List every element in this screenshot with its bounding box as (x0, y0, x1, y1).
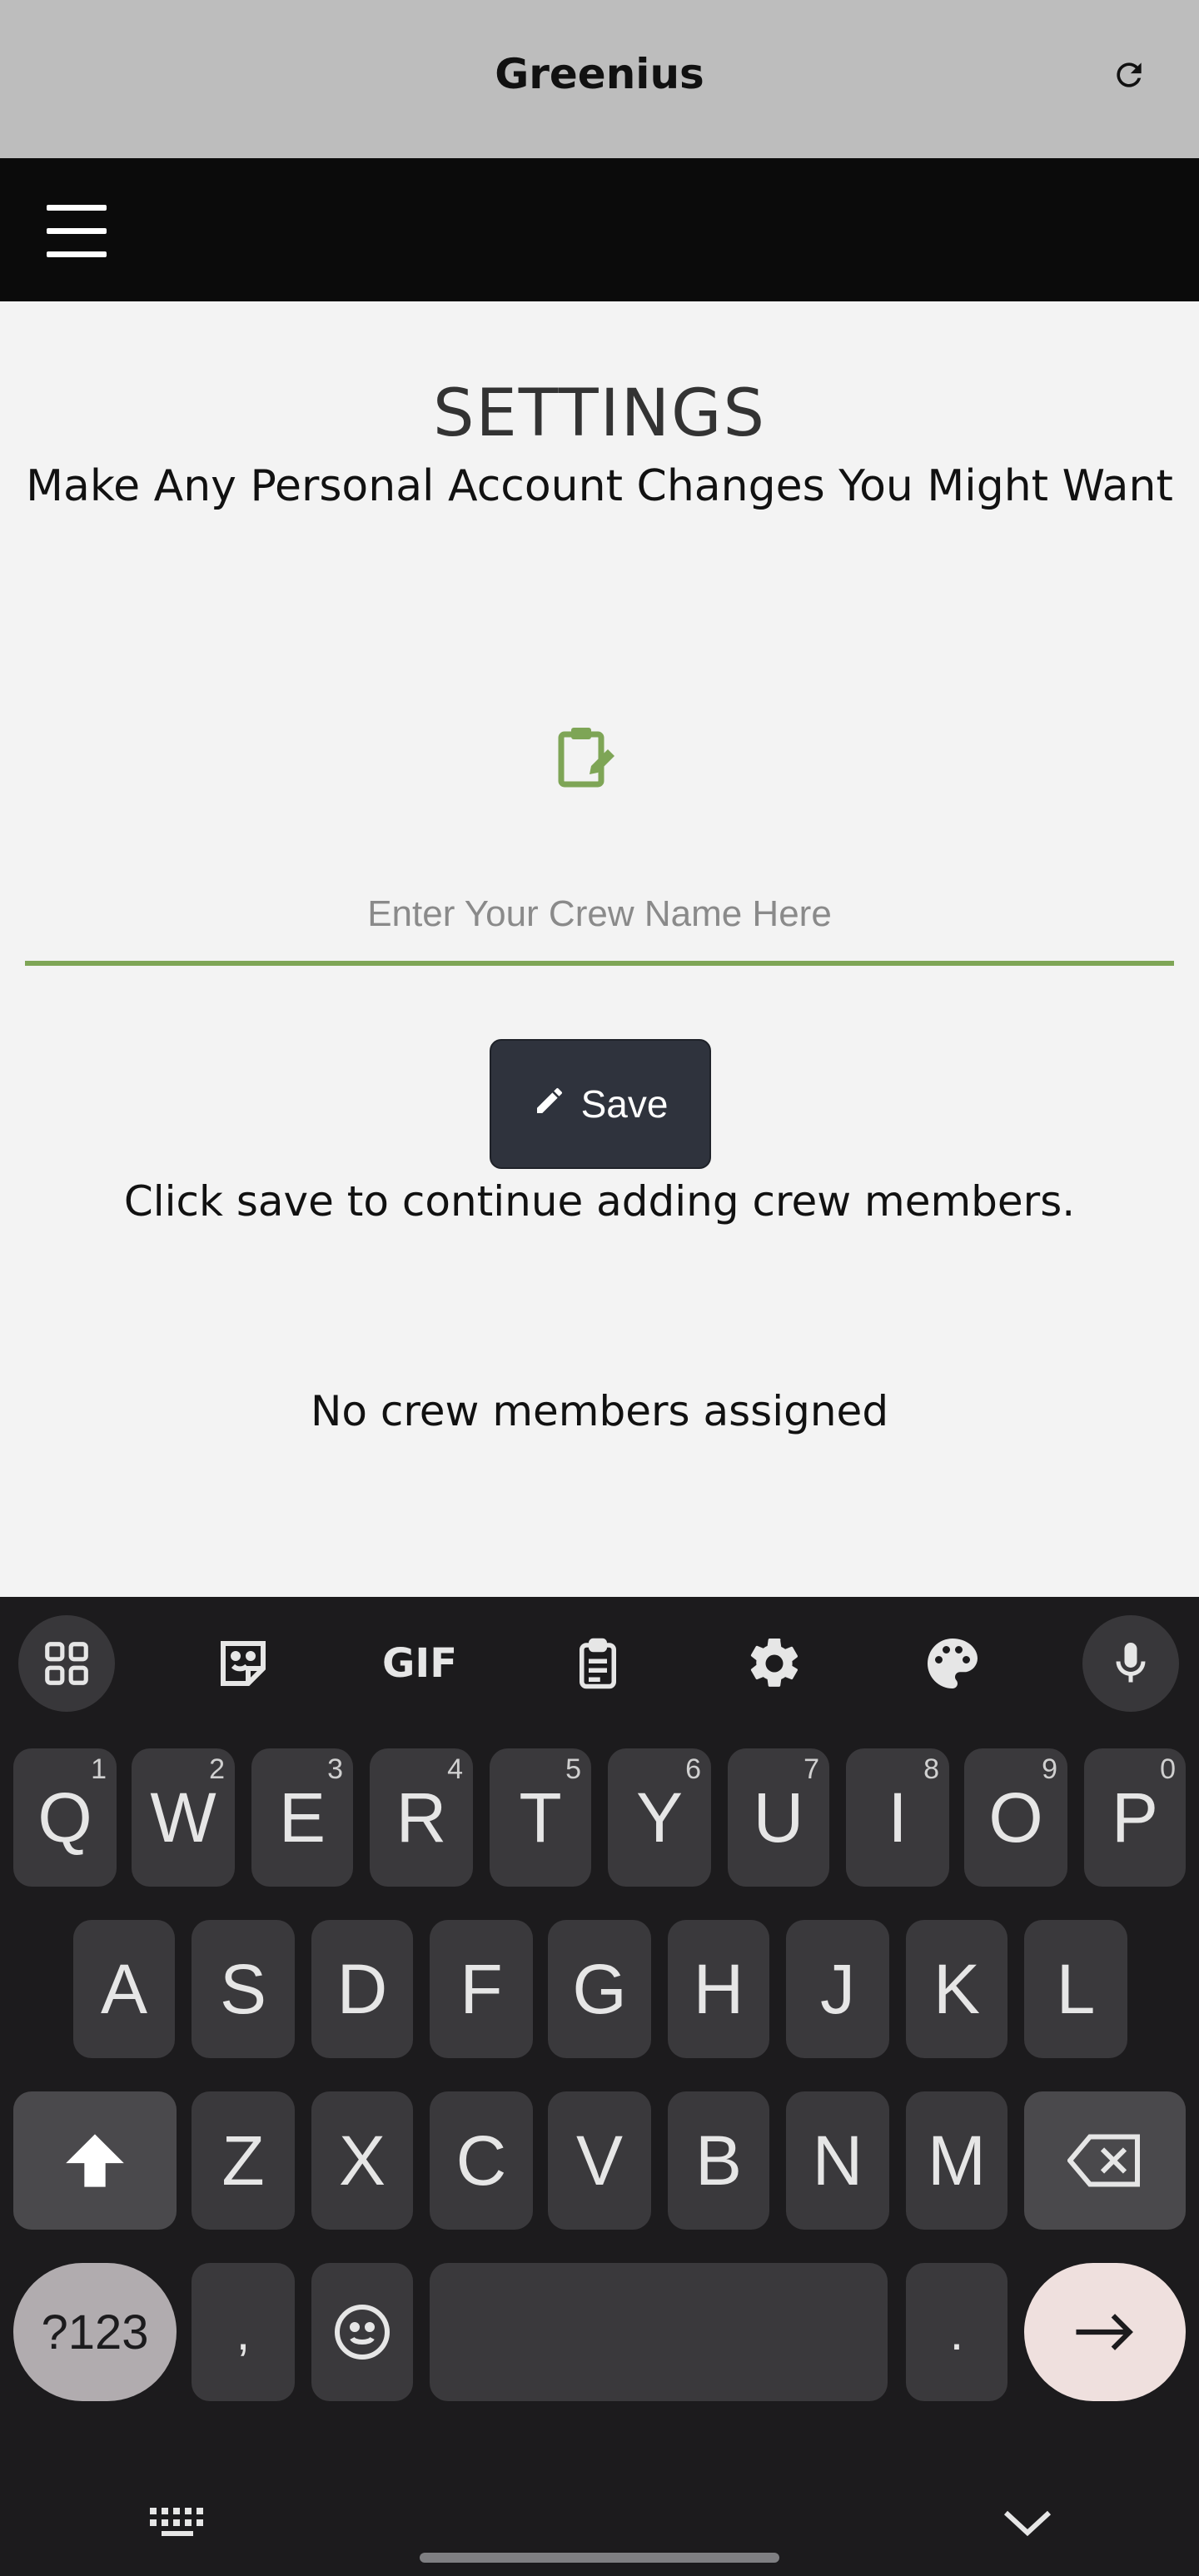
key-m[interactable]: M (906, 2091, 1007, 2230)
symbols-key[interactable]: ?123 (13, 2263, 177, 2401)
nav-bar (0, 158, 1199, 301)
key-y[interactable]: Y6 (608, 1748, 711, 1887)
key-h[interactable]: H (668, 1920, 769, 2058)
emoji-icon (335, 2305, 390, 2360)
emoji-key[interactable] (311, 2263, 413, 2401)
key-v[interactable]: V (548, 2091, 651, 2230)
gif-icon[interactable]: GIF (371, 1615, 468, 1712)
key-i[interactable]: I8 (846, 1748, 949, 1887)
key-f[interactable]: F (430, 1920, 533, 2058)
key-l[interactable]: L (1024, 1920, 1127, 2058)
settings-content: SETTINGS Make Any Personal Account Chang… (0, 301, 1199, 1597)
gif-label: GIF (381, 1640, 458, 1687)
soft-keyboard: GIF Q1 W2 E3 R4 T5 Y6 U7 I8 O9 P0 A S D … (0, 1597, 1199, 2576)
sticker-icon[interactable] (195, 1615, 291, 1712)
key-s[interactable]: S (192, 1920, 295, 2058)
backspace-icon (1067, 2134, 1140, 2187)
hamburger-menu-icon[interactable] (47, 205, 112, 258)
keyboard-switch-icon[interactable] (148, 2504, 206, 2541)
key-p[interactable]: P0 (1084, 1748, 1186, 1887)
crew-empty-state: No crew members assigned (310, 1387, 889, 1435)
key-e[interactable]: E3 (251, 1748, 353, 1887)
save-button-label: Save (580, 1082, 669, 1126)
key-b[interactable]: B (668, 2091, 769, 2230)
refresh-icon[interactable] (1104, 50, 1154, 100)
key-j[interactable]: J (786, 1920, 889, 2058)
app-title: Greenius (495, 50, 704, 98)
apps-grid-icon[interactable] (18, 1615, 115, 1712)
save-hint-text: Click save to continue adding crew membe… (123, 1177, 1076, 1226)
pencil-icon (533, 1082, 566, 1126)
period-key[interactable]: . (906, 2263, 1007, 2401)
save-button[interactable]: Save (490, 1039, 711, 1169)
key-z[interactable]: Z (192, 2091, 295, 2230)
microphone-icon[interactable] (1082, 1615, 1179, 1712)
comma-key[interactable]: , (192, 2263, 295, 2401)
key-d[interactable]: D (311, 1920, 413, 2058)
key-c[interactable]: C (430, 2091, 533, 2230)
key-k[interactable]: K (906, 1920, 1007, 2058)
key-n[interactable]: N (786, 2091, 889, 2230)
settings-gear-icon[interactable] (726, 1615, 823, 1712)
app-title-bar: Greenius (0, 0, 1199, 158)
key-w[interactable]: W2 (132, 1748, 235, 1887)
crew-name-input[interactable] (25, 868, 1174, 966)
key-o[interactable]: O9 (964, 1748, 1067, 1887)
key-r[interactable]: R4 (370, 1748, 473, 1887)
key-q[interactable]: Q1 (13, 1748, 117, 1887)
backspace-key[interactable] (1024, 2091, 1186, 2230)
chevron-down-icon[interactable] (1001, 2503, 1054, 2543)
shift-key[interactable] (13, 2091, 177, 2230)
key-t[interactable]: T5 (490, 1748, 591, 1887)
clipboard-icon[interactable] (550, 1615, 646, 1712)
gesture-nav-handle[interactable] (420, 2553, 779, 2563)
page-title: SETTINGS (432, 376, 767, 451)
arrow-right-icon (1076, 2314, 1133, 2350)
clipboard-edit-icon (556, 724, 616, 789)
page-subtitle: Make Any Personal Account Changes You Mi… (26, 461, 1173, 511)
key-u[interactable]: U7 (728, 1748, 829, 1887)
key-g[interactable]: G (548, 1920, 651, 2058)
shift-arrow-icon (66, 2134, 124, 2187)
spacebar-key[interactable] (430, 2263, 888, 2401)
enter-key[interactable] (1024, 2263, 1186, 2401)
key-a[interactable]: A (73, 1920, 175, 2058)
key-x[interactable]: X (311, 2091, 413, 2230)
palette-icon[interactable] (904, 1615, 1001, 1712)
